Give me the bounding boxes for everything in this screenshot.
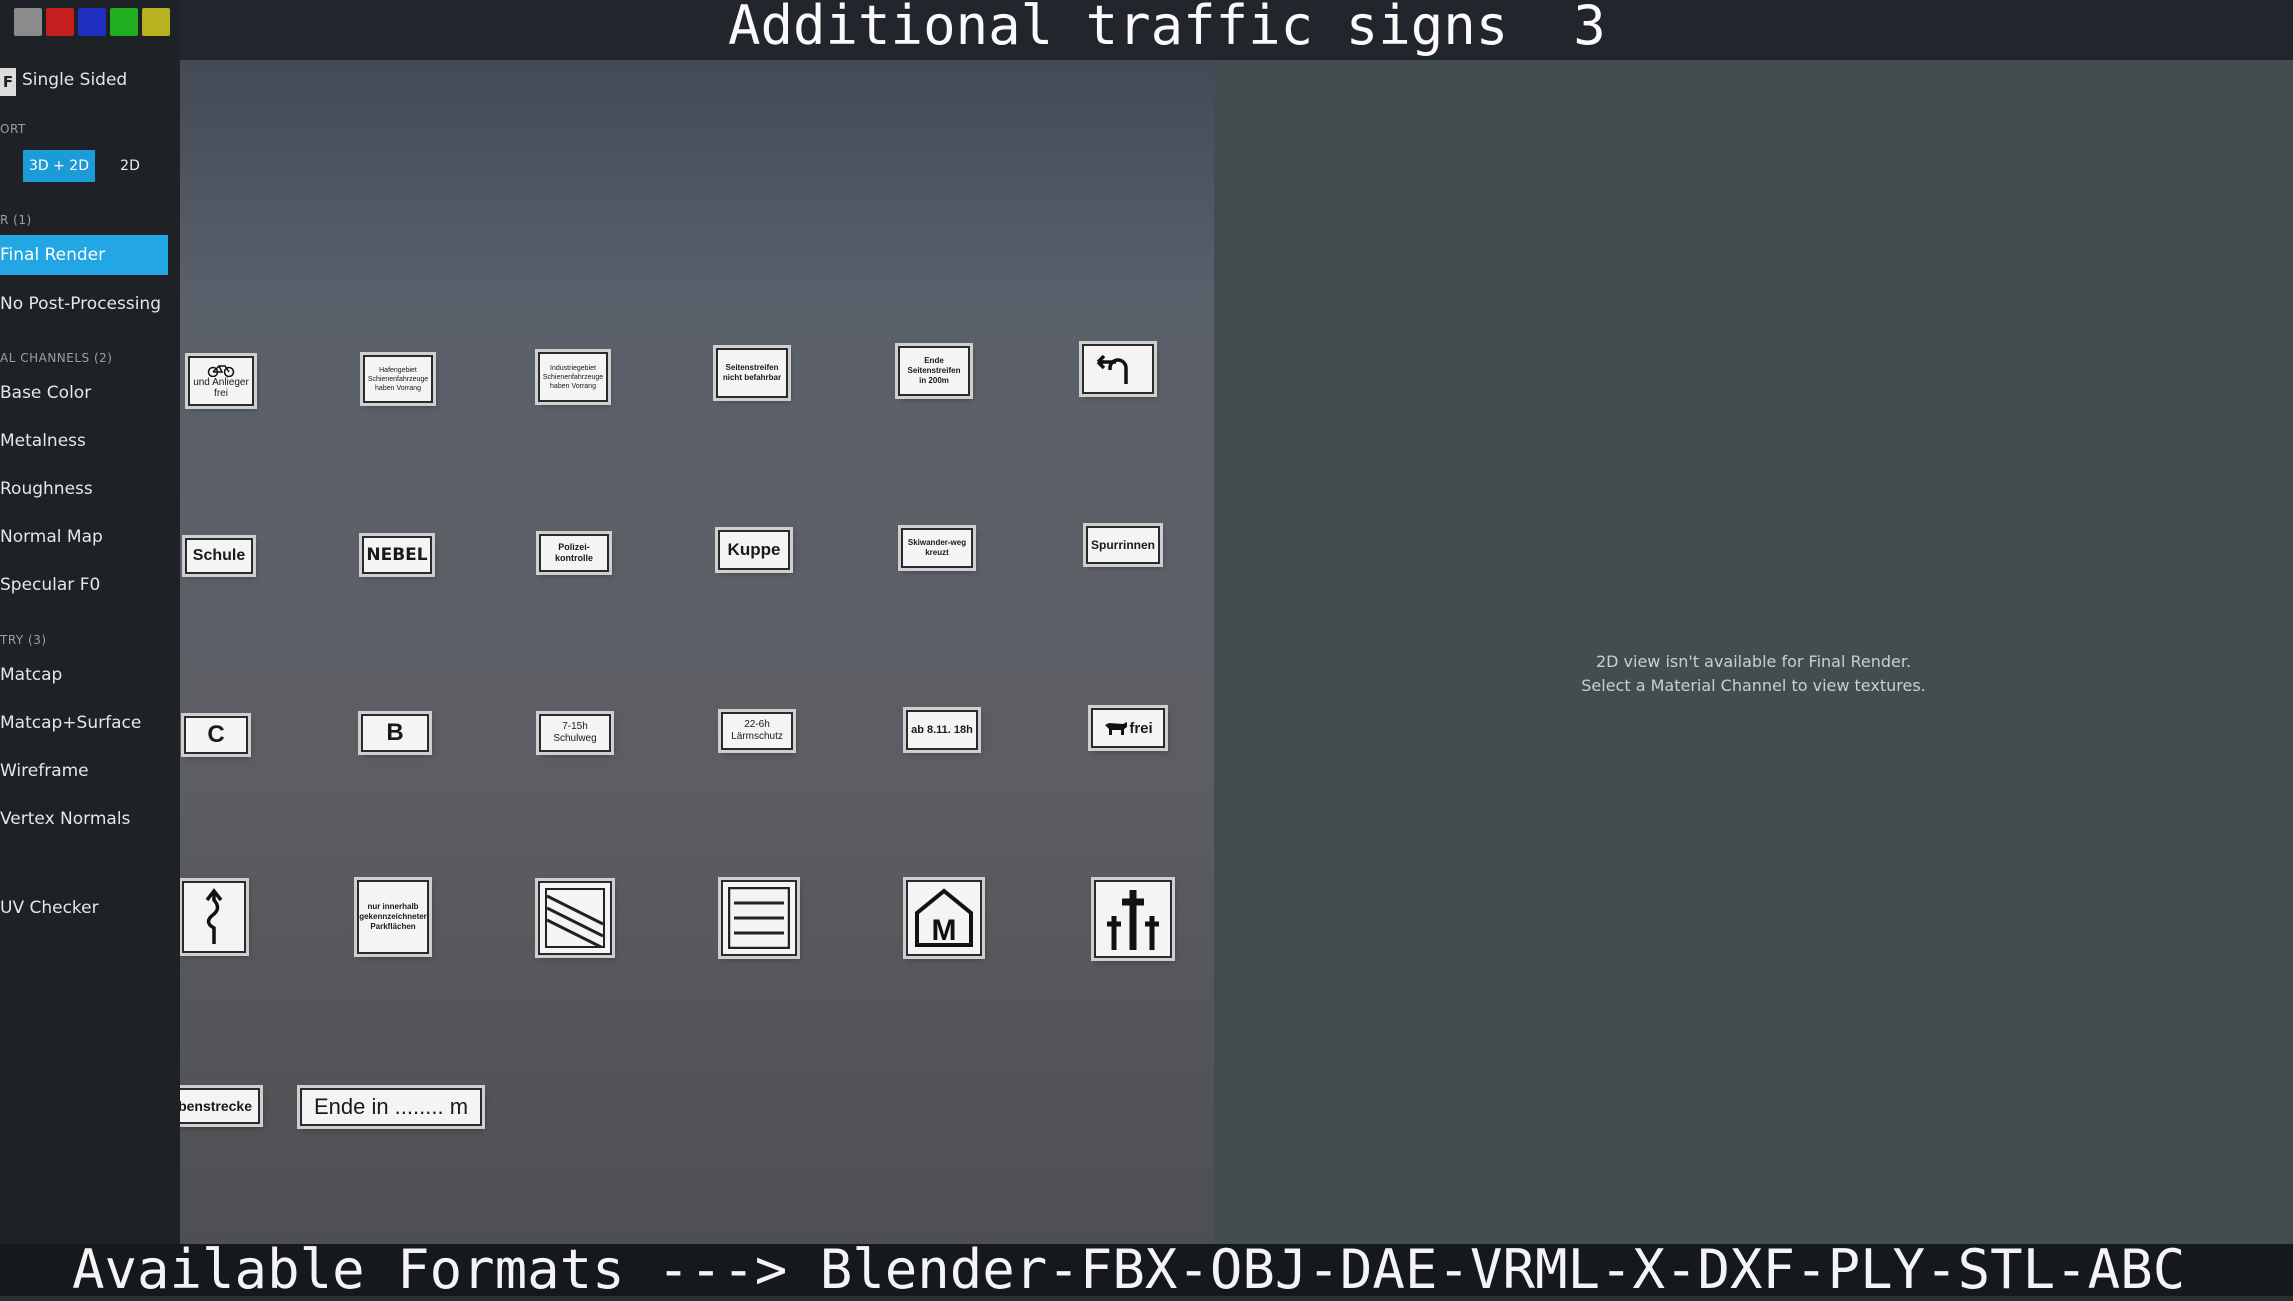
sign-text: Industriegebiet Schienenfahrzeuge haben … [542,364,604,390]
sign-text: Schule [192,547,246,564]
view-2d-button[interactable]: 2D [110,150,150,182]
sign-bent-arrow [182,881,246,953]
single-sided-toggle[interactable]: Single Sided [22,70,127,90]
color-swatch-red[interactable] [46,8,74,36]
no-post-processing-item[interactable]: No Post-Processing [0,294,161,314]
viewport-2d-message: 2D view isn't available for Final Render… [1214,650,2293,698]
sign-text: benstrecke [180,1098,252,1114]
uv-checker-item[interactable]: UV Checker [0,898,99,918]
sign-nebenstrecke: benstrecke [180,1088,260,1124]
viewport-3d[interactable]: und Anlieger frei Hafengebiet Schienenfa… [180,60,1214,1244]
sign-skiwanderweg: Skiwander-weg kreuzt [901,528,973,568]
sign-cemetery-crosses [1094,880,1172,958]
sign-hafengebiet: Hafengebiet Schienenfahrzeuge haben Vorr… [363,355,433,403]
sign-schule: Schule [185,538,253,574]
sign-text: und Anlieger frei [193,377,249,399]
sidebar: F Single Sided ORT 3D + 2D 2D R (1) Fina… [0,0,180,1244]
sign-text: Seitenstreifen nicht befahrbar [722,363,782,382]
sign-kuppe: Kuppe [718,530,790,570]
sign-diagonal-lines [538,881,612,955]
message-line-1: 2D view isn't available for Final Render… [1595,652,1912,671]
cattle-icon [1105,722,1128,735]
view-3d-2d-button[interactable]: 3D + 2D [23,150,95,182]
sign-turn-arrow [1082,344,1154,394]
normal-map-item[interactable]: Normal Map [0,527,103,547]
diagonal-lines-icon [545,888,605,948]
sign-b: B [361,714,429,752]
sign-text: B [386,719,404,746]
sign-text: Ende in ........ m [313,1094,469,1119]
matcap-item[interactable]: Matcap [0,665,62,685]
sign-text: Hafengebiet Schienenfahrzeuge haben Vorr… [367,366,429,392]
sign-date-time: ab 8.11. 18h [906,710,978,750]
sign-text: 22-6h Lärmschutz [731,719,783,742]
footer-bar: Available Formats ---> Blender-FBX-OBJ-D… [0,1238,2293,1301]
u-turn-arrow-icon [1096,354,1128,384]
sign-text: Polizei-kontrolle [554,542,593,563]
sign-industriegebiet: Industriegebiet Schienenfahrzeuge haben … [538,352,608,402]
specular-item[interactable]: Specular F0 [0,575,100,595]
sign-text: NEBEL [366,545,428,565]
sign-ende-in-m: Ende in ........ m [300,1088,482,1126]
sign-text: ab 8.11. 18h [911,724,973,736]
single-sided-badge: F [0,68,16,96]
sign-schulweg-time: 7-15h Schulweg [539,714,611,752]
color-swatch-green[interactable] [110,8,138,36]
bent-arrow-icon [205,888,223,944]
crosses-icon [1107,890,1159,950]
sign-m-house: M [906,880,982,956]
roughness-item[interactable]: Roughness [0,479,93,499]
horizontal-lines-icon [728,887,790,949]
sign-laermschutz-time: 22-6h Lärmschutz [721,712,793,750]
background-wall [180,60,1214,295]
sign-text: frei [1129,719,1153,737]
sign-text: Ende Seitenstreifen in 200m [907,356,961,385]
sign-ende-seitenstreifen: Ende Seitenstreifen in 200m [898,346,970,396]
render-section-label: R (1) [0,213,32,227]
sign-polizeikontrolle: Polizei-kontrolle [539,534,609,572]
available-formats-text: Available Formats ---> Blender-FBX-OBJ-D… [72,1238,2186,1301]
house-m-label: M [932,914,957,947]
final-render-button[interactable]: Final Render [0,235,168,275]
title-bar: Additional traffic signs 3 [0,0,2293,60]
sign-c: C [184,716,248,754]
viewport-section-label: ORT [0,122,26,136]
base-color-item[interactable]: Base Color [0,383,91,403]
sign-horizontal-lines [721,880,797,956]
color-swatch-yellow[interactable] [142,8,170,36]
sign-nebel: NEBEL [362,536,432,574]
wireframe-item[interactable]: Wireframe [0,761,89,781]
sign-text: nur innerhalb gekennzeichneter Parkfläch… [359,902,427,931]
sign-text: Kuppe [727,540,781,559]
house-m-icon: M [915,888,973,947]
vertex-normals-item[interactable]: Vertex Normals [0,809,130,829]
message-line-2: Select a Material Channel to view textur… [1581,676,1926,695]
sign-spurrinnen: Spurrinnen [1086,526,1160,564]
sign-text: C [207,721,225,748]
sign-cattle-frei: frei [1091,708,1165,748]
viewport-2d: 2D view isn't available for Final Render… [1214,60,2293,1244]
color-swatch-blue[interactable] [78,8,106,36]
sign-text: 7-15h Schulweg [553,721,597,744]
page-title: Additional traffic signs 3 [728,0,1606,57]
matcap-surface-item[interactable]: Matcap+Surface [0,713,141,733]
channels-section-label: AL CHANNELS (2) [0,351,113,365]
sign-text: Skiwander-weg kreuzt [907,538,967,557]
metalness-item[interactable]: Metalness [0,431,86,451]
bicycle-icon [207,365,235,377]
sign-bicycle-anlieger-frei: und Anlieger frei [188,356,254,406]
sign-seitenstreifen-nicht-befahrbar: Seitenstreifen nicht befahrbar [716,348,788,398]
sign-text: Spurrinnen [1090,538,1155,552]
color-swatch-gray[interactable] [14,8,42,36]
sign-parkflaechen: nur innerhalb gekennzeichneter Parkfläch… [357,880,429,954]
geometry-section-label: TRY (3) [0,633,47,647]
